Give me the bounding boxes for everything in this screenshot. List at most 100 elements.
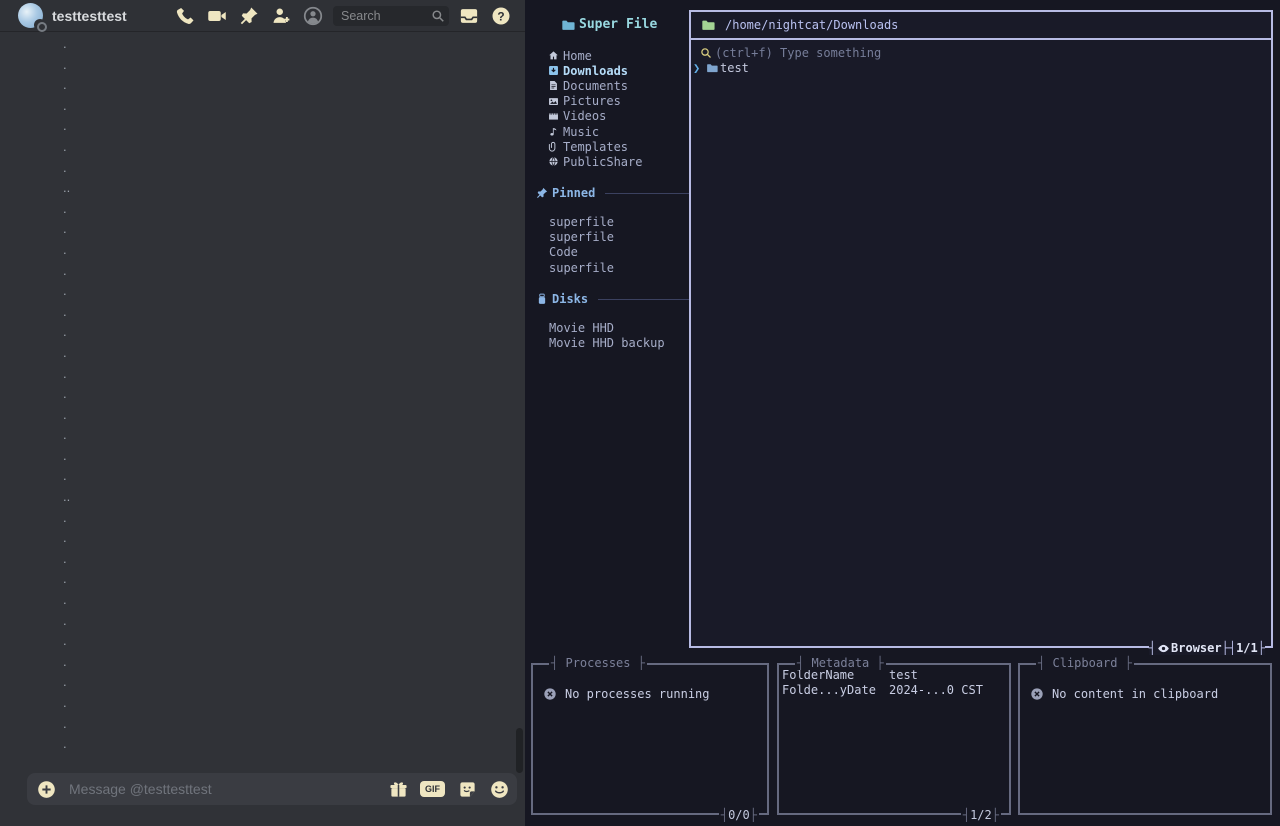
globe-icon (548, 156, 559, 167)
sidebar-item-pictures[interactable]: Pictures (525, 94, 689, 109)
chat-message: .. (0, 487, 510, 508)
gif-picker-icon[interactable]: GIF (420, 781, 445, 797)
chat-message: . (0, 714, 510, 735)
x-circle-icon (543, 687, 557, 701)
message-input-bar[interactable]: Message @testtesttest GIF (27, 773, 517, 805)
selection-cursor: ❯ (693, 61, 706, 75)
add-friends-icon[interactable] (270, 5, 292, 27)
search-input[interactable]: Search (333, 6, 449, 26)
chat-message: . (0, 75, 510, 96)
chat-message: . (0, 425, 510, 446)
gift-icon[interactable] (388, 779, 408, 799)
chat-title: testtesttest (52, 8, 127, 24)
paperclip-icon (548, 141, 559, 152)
user-profile-icon[interactable] (302, 5, 324, 27)
sidebar-item-publicshare[interactable]: PublicShare (525, 154, 689, 169)
message-list: ..................................... (0, 34, 510, 764)
search-icon (700, 47, 712, 59)
pin-icon (536, 187, 548, 199)
chat-message: . (0, 302, 510, 323)
chat-message: . (0, 569, 510, 590)
chat-message: . (0, 693, 510, 714)
disk-item[interactable]: Movie HHD (525, 321, 689, 336)
sidebar-item-home[interactable]: Home (525, 48, 689, 63)
inbox-icon[interactable] (458, 5, 480, 27)
chat-message: . (0, 672, 510, 693)
pinned-item[interactable]: superfile (525, 261, 689, 276)
chat-message: . (0, 116, 510, 137)
chat-message: . (0, 34, 510, 55)
clipboard-panel: ┤ Clipboard ├ No content in clipboard (1018, 663, 1272, 815)
chat-message: . (0, 466, 510, 487)
download-icon (548, 65, 559, 76)
superfile-sidebar: Super File HomeDownloadsDocumentsPicture… (525, 0, 689, 650)
chat-message: . (0, 508, 510, 529)
document-icon (548, 80, 559, 91)
sidebar-item-downloads[interactable]: Downloads (525, 63, 689, 78)
chat-message: . (0, 631, 510, 652)
film-icon (548, 111, 559, 122)
pin-messages-icon[interactable] (238, 5, 260, 27)
attach-plus-icon[interactable] (36, 779, 56, 799)
pinned-list: superfilesuperfileCodesuperfile (525, 215, 689, 276)
clipboard-panel-title: ┤ Clipboard ├ (1036, 656, 1134, 670)
chat-message: . (0, 343, 510, 364)
status-offline-badge (34, 19, 46, 31)
file-list: ❯test (691, 60, 1271, 76)
chat-message: . (0, 446, 510, 467)
file-search-bar[interactable]: (ctrl+f) Type something (691, 40, 1271, 60)
chat-app: testtesttest Search ....................… (0, 0, 525, 826)
chat-message: . (0, 137, 510, 158)
metadata-panel-title: ┤ Metadata ├ (795, 656, 886, 670)
superfile-title: Super File (561, 17, 657, 32)
help-icon[interactable] (490, 5, 512, 27)
chat-message: . (0, 240, 510, 261)
path-bar: /home/nightcat/Downloads (691, 12, 1271, 40)
chat-message: . (0, 199, 510, 220)
chat-message: . (0, 734, 510, 755)
pinned-item[interactable]: Code (525, 245, 689, 260)
pinned-item[interactable]: superfile (525, 215, 689, 230)
sidebar-item-documents[interactable]: Documents (525, 78, 689, 93)
file-row-test[interactable]: ❯test (691, 60, 1271, 76)
sidebar-item-videos[interactable]: Videos (525, 109, 689, 124)
chat-message: . (0, 549, 510, 570)
sidebar-directories: HomeDownloadsDocumentsPicturesVideosMusi… (525, 48, 689, 170)
chat-message: . (0, 590, 510, 611)
folder-icon (706, 62, 718, 74)
disks-list: Movie HHDMovie HHD backup (525, 321, 689, 351)
processes-empty-state: No processes running (533, 665, 767, 701)
chat-message: . (0, 96, 510, 117)
avatar[interactable] (18, 3, 43, 28)
picture-icon (548, 96, 559, 107)
music-icon (548, 126, 559, 137)
sidebar-item-templates[interactable]: Templates (525, 139, 689, 154)
metadata-row: FolderNametest (782, 668, 1009, 683)
voice-call-icon[interactable] (174, 5, 196, 27)
emoji-icon[interactable] (489, 779, 509, 799)
disks-section-header: Disks (536, 292, 689, 306)
message-input-placeholder[interactable]: Message @testtesttest (69, 781, 388, 797)
chat-message: . (0, 364, 510, 385)
metadata-row: Folde...yDate2024-...0 CST (782, 683, 1009, 698)
search-icon (431, 9, 445, 23)
processes-counter: ┤0/0├ (719, 808, 759, 822)
pinned-item[interactable]: superfile (525, 230, 689, 245)
chat-message: . (0, 384, 510, 405)
folder-icon (561, 18, 575, 32)
screen: testtesttest Search ....................… (0, 0, 1280, 826)
sidebar-item-music[interactable]: Music (525, 124, 689, 139)
chat-message: . (0, 322, 510, 343)
disk-item[interactable]: Movie HHD backup (525, 336, 689, 351)
eye-icon (1157, 642, 1170, 655)
chat-message: . (0, 281, 510, 302)
folder-icon (701, 18, 715, 32)
disk-icon (536, 293, 548, 305)
chat-message: . (0, 261, 510, 282)
chat-scrollbar[interactable] (516, 728, 523, 773)
view-mode-label: Browser (1171, 641, 1222, 655)
pinned-section-header: Pinned (536, 186, 689, 200)
chat-header: testtesttest Search (0, 0, 525, 31)
video-call-icon[interactable] (206, 5, 228, 27)
sticker-icon[interactable] (457, 779, 477, 799)
